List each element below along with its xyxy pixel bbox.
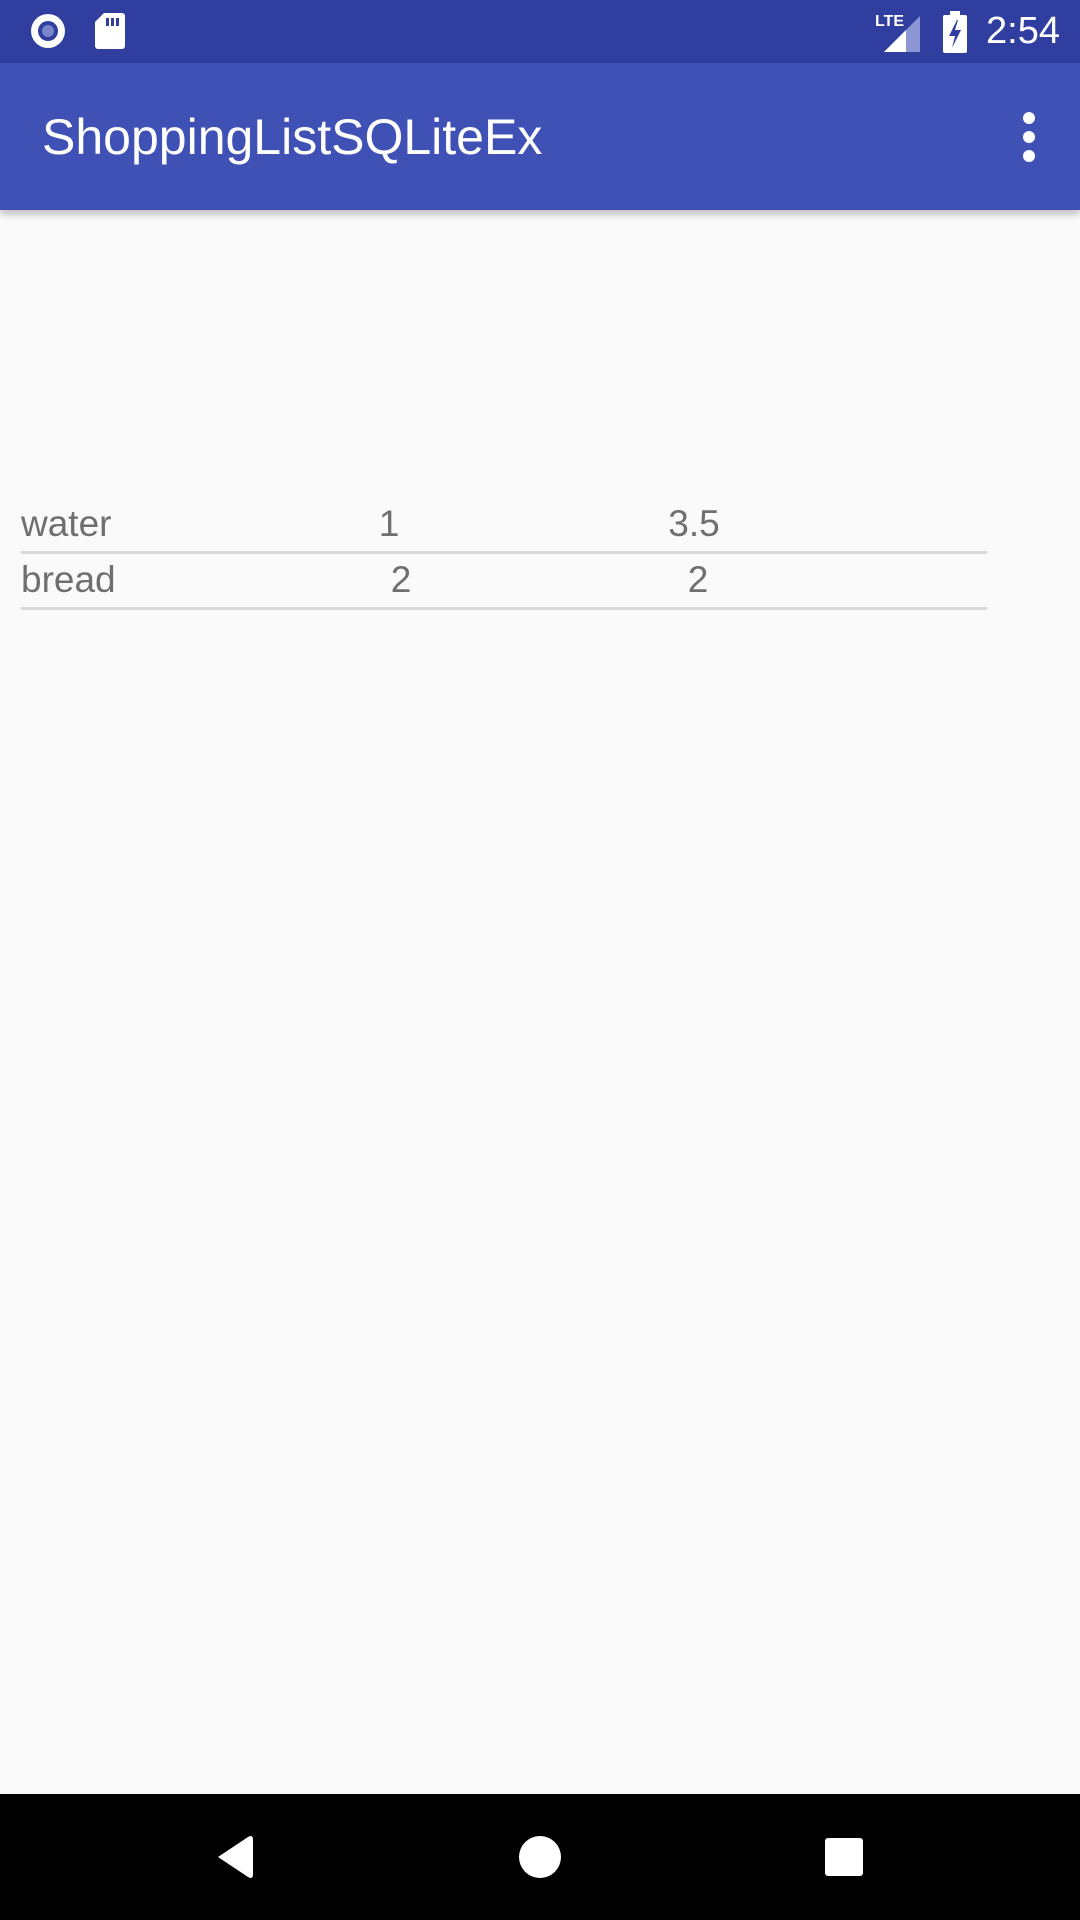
list-item[interactable]: bread 2 2	[21, 554, 987, 610]
back-button[interactable]	[196, 1817, 276, 1897]
app-bar: ShoppingListSQLiteEx	[0, 63, 1080, 210]
item-price: 2	[687, 559, 709, 600]
navigation-bar	[0, 1794, 1080, 1920]
lte-signal-icon: LTE	[872, 10, 922, 57]
item-quantity: 2	[390, 559, 412, 600]
list-item[interactable]: water 1 3.5	[21, 498, 987, 554]
status-time: 2:54	[986, 10, 1060, 52]
item-quantity: 1	[378, 503, 400, 544]
sd-card-icon	[94, 11, 126, 56]
network-type-label: LTE	[875, 13, 904, 30]
radio-icon	[28, 11, 68, 56]
recents-icon	[804, 1838, 884, 1901]
content-area: water 1 3.5 bread 2 2	[0, 210, 1080, 1794]
overflow-menu-button[interactable]	[998, 99, 1060, 175]
status-bar: LTE 2:54	[0, 0, 1080, 63]
home-icon	[500, 1836, 580, 1901]
more-vert-icon	[998, 112, 1060, 179]
home-button[interactable]	[500, 1817, 580, 1897]
item-name: water	[21, 503, 112, 544]
back-icon	[196, 1836, 276, 1901]
app-title: ShoppingListSQLiteEx	[42, 109, 543, 165]
recents-button[interactable]	[804, 1817, 884, 1897]
shopping-list[interactable]: water 1 3.5 bread 2 2	[21, 498, 987, 610]
item-price: 3.5	[668, 503, 720, 544]
item-name: bread	[21, 559, 116, 600]
battery-charging-icon	[942, 11, 968, 58]
